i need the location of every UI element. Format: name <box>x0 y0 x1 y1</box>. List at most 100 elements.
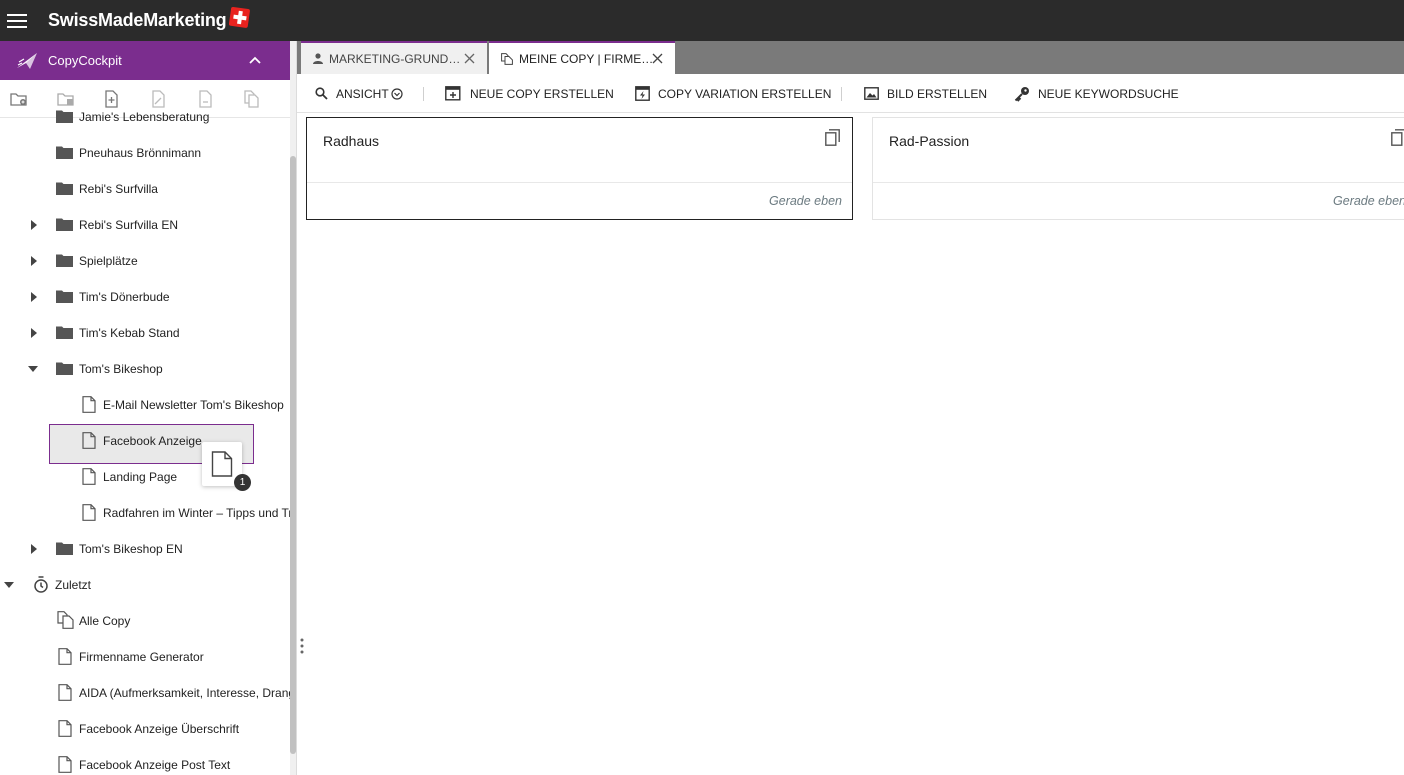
create-image-label: BILD ERSTELLEN <box>887 86 988 101</box>
copy-card[interactable]: Rad-Passion Gerade eben <box>872 117 1404 220</box>
tree-label: Facebook Anzeige Post Text <box>79 758 231 772</box>
tree-folder[interactable]: Tom's Bikeshop EN <box>0 531 290 567</box>
tree-folder[interactable]: Spielplätze <box>0 243 290 279</box>
document-icon <box>82 468 96 485</box>
paper-plane-icon <box>16 52 38 70</box>
tree-folder[interactable]: Rebi's Surfvilla EN <box>0 207 290 243</box>
folder-icon <box>56 541 73 555</box>
chevron-circle-down-icon <box>391 87 403 100</box>
new-copy-button[interactable]: NEUE COPY ERSTELLEN <box>445 74 614 113</box>
document-icon <box>58 684 72 701</box>
folder-icon <box>56 181 73 195</box>
tree-document[interactable]: E-Mail Newsletter Tom's Bikeshop <box>0 387 290 423</box>
folder-icon <box>56 253 73 267</box>
folder-icon <box>56 361 73 375</box>
copy-variation-label: COPY VARIATION ERSTELLEN <box>658 86 832 101</box>
tree-folder[interactable]: Rebi's Surfvilla <box>0 171 290 207</box>
menu-icon[interactable] <box>0 0 34 41</box>
tree-label: Tom's Bikeshop EN <box>79 542 183 556</box>
card-timestamp: Gerade eben <box>1333 194 1404 208</box>
tree-document[interactable]: Firmenname Generator <box>0 639 290 675</box>
caret-right-icon[interactable] <box>29 292 39 302</box>
document-icon <box>211 451 233 477</box>
toolbar-divider <box>841 87 842 101</box>
caret-down-icon[interactable] <box>28 364 38 374</box>
tab-meine-copy[interactable]: MEINE COPY | FIRME… <box>489 41 675 74</box>
key-icon <box>1014 86 1030 102</box>
lightning-icon <box>635 86 650 101</box>
document-icon <box>58 756 72 773</box>
caret-right-icon[interactable] <box>29 328 39 338</box>
tree-document[interactable]: Facebook Anzeige Überschrift <box>0 711 290 747</box>
folder-icon <box>56 145 73 159</box>
keyword-search-button[interactable]: NEUE KEYWORDSUCHE <box>1014 74 1179 113</box>
tree-document[interactable]: AIDA (Aufmerksamkeit, Interesse, Drang, … <box>0 675 290 711</box>
card-title: Rad-Passion <box>889 133 970 149</box>
brand-logo[interactable]: SwissMadeMarketing <box>48 6 251 31</box>
view-button[interactable]: ANSICHT <box>315 74 403 113</box>
new-copy-icon <box>445 86 462 101</box>
tree-label: Firmenname Generator <box>79 650 204 664</box>
card-title: Radhaus <box>323 133 380 149</box>
tab-bar: MARKETING-GRUND… MEINE COPY | FIRME… <box>297 41 1404 74</box>
tree-label: Landing Page <box>103 470 178 484</box>
brand-name: SwissMadeMarketing <box>48 10 227 30</box>
caret-right-icon[interactable] <box>29 544 39 554</box>
tree-label: Facebook Anzeige Überschrift <box>79 722 240 736</box>
drag-handle-icon[interactable] <box>300 638 304 654</box>
new-copy-label: NEUE COPY ERSTELLEN <box>470 86 614 101</box>
tree-folder-selected[interactable]: Tom's Bikeshop <box>0 351 290 387</box>
create-image-button[interactable]: BILD ERSTELLEN <box>864 74 987 113</box>
documents-icon <box>501 52 513 65</box>
drag-count-badge: 1 <box>234 474 251 491</box>
pane-splitter[interactable] <box>296 41 297 775</box>
copy-icon[interactable] <box>825 129 840 146</box>
top-bar: SwissMadeMarketing <box>0 0 1404 41</box>
copy-tree: Jamie's Lebensberatung Pneuhaus Brönnima… <box>0 110 290 775</box>
chevron-up-icon[interactable] <box>248 53 262 67</box>
close-icon[interactable] <box>464 53 475 64</box>
tree-folder[interactable]: Tim's Kebab Stand <box>0 315 290 351</box>
tree-folder[interactable]: Tim's Dönerbude <box>0 279 290 315</box>
tab-marketing[interactable]: MARKETING-GRUND… <box>301 41 487 74</box>
tree-document[interactable]: Facebook Anzeige Post Text <box>0 747 290 775</box>
tree-label: Facebook Anzeige <box>103 434 202 448</box>
tab-label: MARKETING-GRUND… <box>329 51 461 66</box>
folder-icon <box>56 325 73 339</box>
tree-recent[interactable]: Zuletzt <box>0 567 290 603</box>
caret-down-icon[interactable] <box>4 580 14 590</box>
tree-folder[interactable]: Pneuhaus Brönnimann <box>0 135 290 171</box>
tree-label: Zuletzt <box>55 578 92 592</box>
copy-icon[interactable] <box>1391 129 1404 146</box>
tree-label: Alle Copy <box>79 614 131 628</box>
folder-icon <box>56 289 73 303</box>
caret-right-icon[interactable] <box>29 256 39 266</box>
folder-icon <box>56 217 73 231</box>
card-divider <box>873 182 1404 183</box>
close-icon[interactable] <box>652 53 663 64</box>
search-icon <box>315 87 328 100</box>
sidebar-header[interactable]: CopyCockpit <box>0 41 290 80</box>
documents-icon <box>57 611 74 629</box>
image-icon <box>864 87 879 100</box>
caret-right-icon[interactable] <box>29 220 39 230</box>
tree-label: E-Mail Newsletter Tom's Bikeshop <box>103 398 284 412</box>
tree-label: Pneuhaus Brönnimann <box>79 146 202 160</box>
tree-label: Tim's Dönerbude <box>79 290 170 304</box>
tree-label: Tom's Bikeshop <box>79 362 163 376</box>
document-icon <box>82 432 96 449</box>
tree-label: Tim's Kebab Stand <box>79 326 180 340</box>
copy-card[interactable]: Radhaus Gerade eben <box>306 117 853 220</box>
card-divider <box>307 182 852 183</box>
tree-label: Rebi's Surfvilla EN <box>79 218 178 232</box>
tree-folder[interactable]: Jamie's Lebensberatung <box>0 99 290 135</box>
tree-document[interactable]: Alle Copy <box>0 603 290 639</box>
keyword-search-label: NEUE KEYWORDSUCHE <box>1038 86 1179 101</box>
person-icon <box>313 53 323 64</box>
copy-variation-button[interactable]: COPY VARIATION ERSTELLEN <box>635 74 831 113</box>
tree-label: Radfahren im Winter – Tipps und Tricks <box>103 506 290 520</box>
tree-label: Jamie's Lebensberatung <box>79 110 210 124</box>
tree-document[interactable]: Facebook Anzeige <box>0 423 290 459</box>
tree-document[interactable]: Radfahren im Winter – Tipps und Tricks <box>0 495 290 531</box>
timer-icon <box>33 576 49 593</box>
